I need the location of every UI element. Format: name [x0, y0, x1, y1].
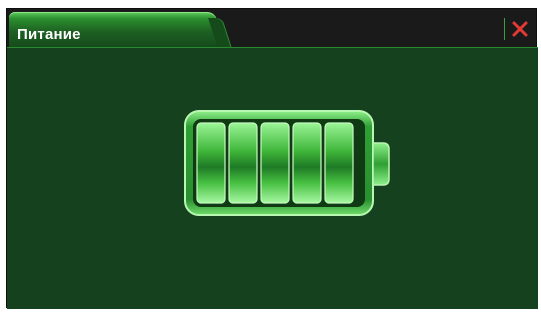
battery-icon	[184, 110, 390, 216]
battery-cell	[196, 122, 226, 204]
title-bar: Питание	[7, 9, 538, 48]
battery-cell	[228, 122, 258, 204]
power-window: Питание	[6, 8, 538, 309]
title-divider	[504, 18, 505, 40]
close-button[interactable]	[510, 19, 530, 39]
window-title: Питание	[17, 26, 81, 43]
battery-terminal	[372, 142, 390, 186]
battery-cell	[324, 122, 354, 204]
close-icon	[512, 21, 528, 37]
battery-cells	[196, 122, 354, 204]
battery-cell	[260, 122, 290, 204]
content-area	[7, 47, 538, 309]
window-tab: Питание	[9, 12, 217, 48]
battery-cell	[292, 122, 322, 204]
